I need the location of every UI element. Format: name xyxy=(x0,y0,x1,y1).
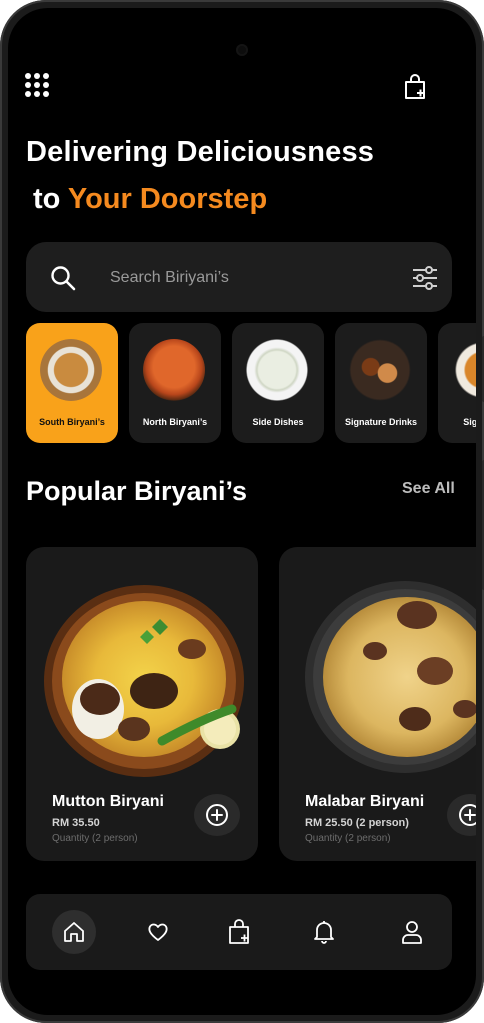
product-quantity: Quantity (2 person) xyxy=(305,833,391,844)
category-north-biryani[interactable]: North Biryani’s xyxy=(129,323,221,443)
category-signature-drinks[interactable]: Signature Drinks xyxy=(335,323,427,443)
mutton-biryani-image xyxy=(44,585,244,777)
product-card-mutton-biryani[interactable]: Mutton Biryani RM 35.50 Quantity (2 pers… xyxy=(26,547,258,861)
grid-menu-icon[interactable] xyxy=(25,73,49,97)
signature-drinks-image xyxy=(349,339,411,401)
headline-line-1: Delivering Deliciousness xyxy=(26,136,375,168)
product-card-malabar-biryani[interactable]: Malabar Biryani RM 25.50 (2 person) Quan… xyxy=(279,547,476,861)
category-label: Signature xyxy=(463,417,476,427)
product-name: Malabar Biryani xyxy=(305,793,425,810)
add-to-cart-button[interactable] xyxy=(194,794,240,836)
product-name: Mutton Biryani xyxy=(52,793,164,810)
category-south-biryani[interactable]: South Biryani’s xyxy=(26,323,118,443)
category-label: Signature Drinks xyxy=(344,417,418,427)
product-quantity: Quantity (2 person) xyxy=(52,833,138,844)
product-price: RM 25.50 (2 person) xyxy=(305,817,409,829)
home-icon xyxy=(64,922,84,942)
category-list: South Biryani’s North Biryani’s Side Dis… xyxy=(26,323,476,445)
nav-notifications[interactable] xyxy=(302,910,346,954)
malabar-biryani-image xyxy=(305,581,476,773)
front-camera xyxy=(236,44,248,56)
nav-favorites[interactable] xyxy=(136,910,180,954)
heart-icon xyxy=(148,923,168,941)
shopping-bag-icon xyxy=(229,919,249,944)
bell-icon xyxy=(314,921,334,944)
add-circle-icon xyxy=(459,804,476,826)
bottom-navigation xyxy=(26,894,452,970)
add-to-cart-button[interactable] xyxy=(447,794,476,836)
app-screen: Delivering Deliciousness to Your Doorste… xyxy=(8,8,476,1015)
category-label: Side Dishes xyxy=(252,417,304,427)
search-input[interactable] xyxy=(108,264,402,292)
south-biryani-image xyxy=(40,339,102,401)
user-icon xyxy=(402,921,422,944)
side-dishes-image xyxy=(246,339,308,401)
category-label: South Biryani’s xyxy=(39,417,105,427)
category-label: North Biryani’s xyxy=(142,417,208,427)
phone-frame: Delivering Deliciousness to Your Doorste… xyxy=(0,0,484,1023)
headline-line-2: to Your Doorstep xyxy=(33,183,267,216)
north-biryani-image xyxy=(143,339,205,401)
nav-profile[interactable] xyxy=(390,910,434,954)
nav-home[interactable] xyxy=(52,910,96,954)
headline-prefix: to xyxy=(33,183,68,215)
headline-accent: Your Doorstep xyxy=(67,183,268,215)
search-bar[interactable] xyxy=(26,242,452,312)
nav-cart[interactable] xyxy=(217,910,261,954)
section-title: Popular Biryani’s xyxy=(26,476,248,506)
product-price: RM 35.50 xyxy=(52,817,100,829)
category-signature[interactable]: Signature xyxy=(438,323,476,443)
search-icon xyxy=(51,266,76,291)
filter-sliders-icon[interactable] xyxy=(412,266,438,290)
category-side-dishes[interactable]: Side Dishes xyxy=(232,323,324,443)
shopping-bag-icon[interactable] xyxy=(403,74,427,100)
signature-image xyxy=(452,339,476,401)
add-circle-icon xyxy=(206,804,228,826)
see-all-link[interactable]: See All xyxy=(402,480,455,498)
